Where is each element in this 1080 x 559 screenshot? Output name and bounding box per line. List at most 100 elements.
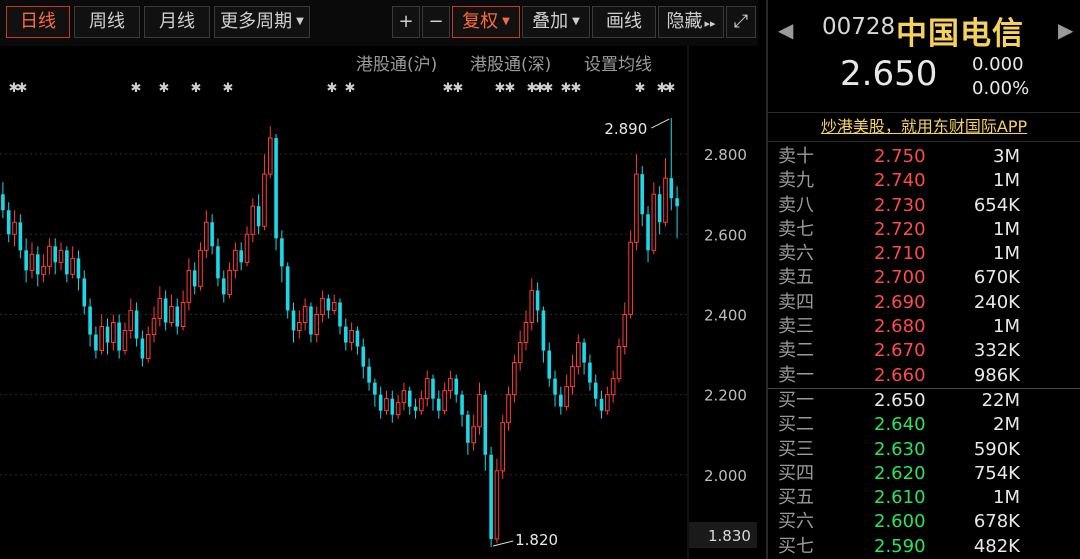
level-volume: 670K	[973, 267, 1020, 289]
level-volume: 332K	[973, 340, 1020, 362]
asks-level-row[interactable]: 卖二 2.670 332K	[768, 339, 1080, 363]
y-tick-label: 2.200	[704, 387, 747, 405]
candle-body	[29, 253, 35, 271]
candle-body	[361, 346, 366, 367]
level-price: 2.700	[874, 267, 926, 289]
asks-level-row[interactable]: 卖六 2.710 1M	[768, 242, 1080, 266]
level-volume: 240K	[973, 291, 1020, 313]
event-marker-icon: ✱	[665, 81, 676, 96]
candle-body	[646, 214, 650, 251]
candle-body	[53, 246, 58, 263]
level-label: 卖十	[778, 146, 814, 167]
candle-body	[314, 313, 320, 336]
level-label: 买四	[778, 462, 814, 484]
candle-body	[244, 233, 250, 263]
more-periods-dropdown[interactable]: 更多周期 ▼	[214, 6, 310, 38]
candle-body	[291, 310, 296, 331]
event-marker-icon: ✱	[571, 81, 582, 96]
asks-level-row[interactable]: 卖八 2.730 654K	[768, 194, 1080, 218]
level-volume: 590K	[973, 438, 1020, 460]
candle-body	[634, 173, 639, 243]
hide-button[interactable]: 隐藏 ▸▸	[658, 6, 724, 38]
asks-level-row[interactable]: 卖七 2.720 1M	[768, 218, 1080, 242]
candle-body	[309, 306, 313, 335]
candle-body	[588, 362, 592, 383]
candle-body	[523, 321, 529, 344]
bids-level-row[interactable]: 买五 2.610 1M	[768, 486, 1080, 510]
candle-body	[111, 321, 116, 344]
bids-level-row[interactable]: 买六 2.600 678K	[768, 510, 1080, 534]
overlay-label: 叠加	[532, 11, 569, 32]
candle-body	[1, 194, 5, 211]
bids-level-row[interactable]: 买二 2.640 2M	[768, 413, 1080, 437]
candle-body	[657, 194, 662, 223]
asks-level-row[interactable]: 卖五 2.700 670K	[768, 266, 1080, 290]
zoom-out-button[interactable]: −	[422, 6, 450, 38]
candle-body	[367, 366, 371, 383]
event-marker-icon: ✱	[543, 81, 554, 96]
candle-body	[12, 221, 17, 235]
asks-level-row[interactable]: 卖四 2.690 240K	[768, 291, 1080, 315]
max-price-label: 2.890	[604, 120, 647, 138]
candle-body	[82, 278, 87, 307]
candle-body	[134, 310, 139, 339]
candle-body	[274, 138, 278, 239]
candle-body	[431, 378, 435, 399]
promo-link[interactable]: 炒港美股，就用东财国际APP	[821, 117, 1027, 136]
y-tick-label: 2.600	[704, 226, 747, 244]
bids-level-row[interactable]: 买一 2.650 22M	[768, 389, 1080, 413]
prev-stock-icon[interactable]: ◀	[778, 18, 793, 42]
candle-body	[378, 394, 383, 411]
tab-weekly[interactable]: 周线	[74, 6, 140, 38]
candle-body	[424, 378, 430, 400]
bids-level-row[interactable]: 买四 2.620 754K	[768, 462, 1080, 486]
candle-body	[610, 378, 616, 396]
level-volume: 22M	[981, 389, 1020, 411]
candle-body	[192, 270, 197, 287]
zoom-in-button[interactable]: +	[392, 6, 420, 38]
candle-body	[547, 350, 552, 379]
level-volume: 1M	[993, 170, 1020, 192]
adjust-dropdown[interactable]: 复权 ▼	[452, 6, 520, 38]
level-label: 卖五	[778, 267, 814, 289]
kline-chart[interactable]: 港股通(沪) 港股通(深) 设置均线 2.800 2.600 2.400 2.200 2…	[0, 46, 758, 559]
draw-line-button[interactable]: 画线	[592, 6, 656, 38]
promo-banner[interactable]: 炒港美股，就用东财国际APP	[768, 112, 1080, 142]
level-label: 买六	[778, 511, 814, 533]
max-arrow	[651, 118, 670, 129]
fullscreen-button[interactable]: ⤢	[726, 6, 756, 38]
level-volume: 678K	[973, 511, 1020, 533]
candle-body	[320, 297, 325, 315]
bids-level-row[interactable]: 买三 2.630 590K	[768, 438, 1080, 462]
candle-body	[669, 178, 674, 199]
asks-level-row[interactable]: 卖一 2.660 986K	[768, 364, 1080, 388]
event-marker-icon: ✱	[453, 81, 464, 96]
bids-level-row[interactable]: 买七 2.590 482K	[768, 535, 1080, 559]
candle-body	[88, 306, 92, 335]
min-price-label: 1.820	[515, 531, 558, 549]
asks-level-row[interactable]: 卖三 2.680 1M	[768, 315, 1080, 339]
level-price: 2.660	[874, 364, 926, 386]
level-label: 卖三	[778, 316, 814, 338]
overlay-dropdown[interactable]: 叠加 ▼	[522, 6, 590, 38]
asks-level-row[interactable]: 卖十 2.750 3M	[768, 145, 1080, 169]
level-price: 2.650	[874, 389, 926, 411]
candle-body	[401, 390, 407, 404]
event-marker-icon: ✱	[505, 81, 516, 96]
tab-monthly[interactable]: 月线	[144, 6, 210, 38]
event-marker-icon: ✱	[327, 81, 338, 96]
candle-body	[373, 382, 377, 395]
adjust-label: 复权	[462, 11, 499, 32]
next-stock-icon[interactable]: ▶	[1058, 18, 1073, 42]
candle-body	[349, 330, 354, 344]
stock-name: 中国电信	[896, 16, 1024, 52]
candle-body	[407, 390, 412, 407]
level-volume: 754K	[973, 462, 1020, 484]
tab-daily[interactable]: 日线	[6, 6, 70, 38]
plus-icon: +	[398, 11, 414, 32]
chart-toolbar: 日线 周线 月线 更多周期 ▼ + − 复权 ▼ 叠加 ▼ 画线 隐藏 ▸▸ ⤢	[0, 0, 758, 46]
candle-body	[285, 266, 290, 311]
candle-body	[395, 402, 401, 416]
asks-level-row[interactable]: 卖九 2.740 1M	[768, 169, 1080, 193]
event-marker-icon: ✱	[635, 81, 646, 96]
